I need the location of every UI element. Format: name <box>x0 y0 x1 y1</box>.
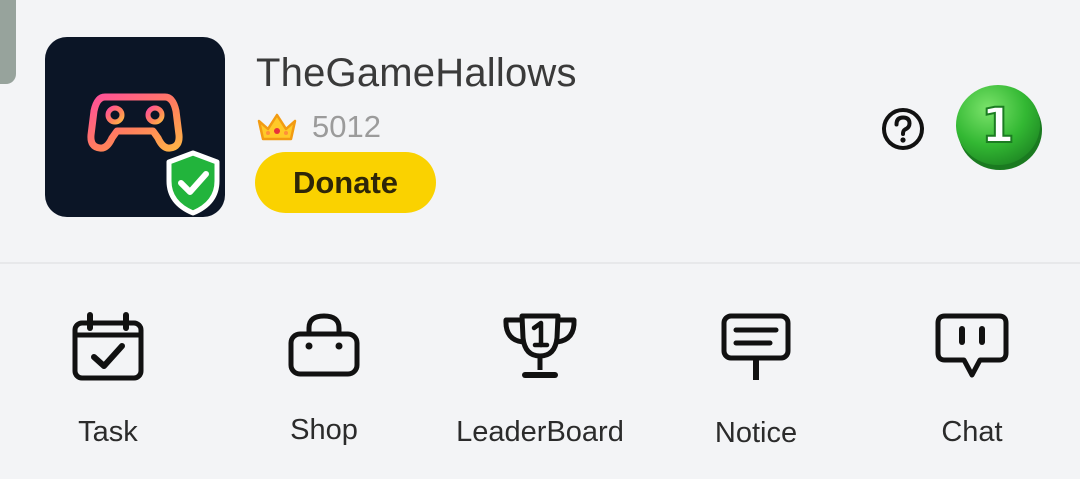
nav-label-chat: Chat <box>941 416 1003 448</box>
quick-nav: Task Shop LeaderBoard Notice Chat <box>0 264 1080 479</box>
nav-label-task: Task <box>78 416 138 448</box>
crown-icon <box>257 113 297 141</box>
profile-header: TheGameHallows 5012 Donate 1 <box>0 0 1080 262</box>
nav-item-task[interactable]: Task <box>0 264 216 479</box>
level-value: 1 <box>981 98 1014 154</box>
calendar-check-icon <box>72 312 144 381</box>
nav-item-shop[interactable]: Shop <box>216 264 432 479</box>
shopping-bag-icon <box>288 313 360 377</box>
nav-item-notice[interactable]: Notice <box>648 264 864 479</box>
profile-name: TheGameHallows <box>256 51 577 95</box>
trophy-icon <box>503 313 577 378</box>
donate-button[interactable]: Donate <box>255 152 436 213</box>
nav-item-leaderboard[interactable]: LeaderBoard <box>432 264 648 479</box>
nav-label-notice: Notice <box>714 417 798 449</box>
nav-label-shop: Shop <box>290 414 358 446</box>
level-badge-icon: 1 <box>956 85 1042 170</box>
gamepad-icon <box>87 93 183 152</box>
level-badge[interactable]: 1 <box>953 80 1045 177</box>
avatar[interactable] <box>45 37 225 217</box>
nav-item-chat[interactable]: Chat <box>864 264 1080 479</box>
shield-check-icon <box>166 150 220 216</box>
score-value: 5012 <box>312 109 381 144</box>
nav-label-leaderboard: LeaderBoard <box>456 416 624 448</box>
chat-bubble-icon <box>935 313 1009 378</box>
question-circle-icon[interactable] <box>880 106 926 152</box>
notice-board-icon <box>721 313 791 380</box>
